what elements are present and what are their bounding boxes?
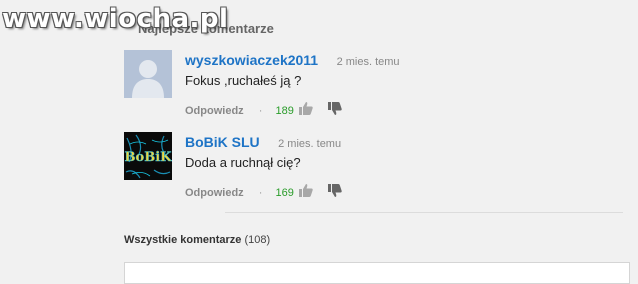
comment-text: Fokus ,ruchałeś ją ? (185, 73, 302, 88)
comment-timestamp[interactable]: 2 mies. temu (278, 138, 341, 150)
site-watermark: www.wiocha.pl (2, 4, 229, 34)
all-comments-count: (108) (244, 234, 271, 246)
comment-author-link[interactable]: BoBiK SLU (185, 134, 260, 150)
thumbs-down-icon[interactable] (327, 184, 342, 202)
section-divider (225, 212, 623, 213)
separator-dot: · (258, 104, 263, 117)
all-comments-header: Wszystkie komentarze (108) (124, 234, 270, 246)
reply-button[interactable]: Odpowiedz (185, 103, 244, 119)
thumbs-up-icon[interactable] (298, 184, 313, 202)
thumbs-down-icon[interactable] (327, 102, 342, 120)
default-avatar-icon[interactable] (124, 50, 172, 98)
reply-button[interactable]: Odpowiedz (185, 185, 244, 201)
thumbs-up-icon[interactable] (298, 102, 313, 120)
like-count: 189 (275, 104, 294, 117)
like-count: 169 (275, 186, 294, 199)
bobik-avatar[interactable]: BoBiK (124, 132, 172, 180)
comment-input-box[interactable] (124, 262, 630, 284)
avatar-logo-text: BoBiK (125, 150, 172, 165)
comment-author-link[interactable]: wyszkowiaczek2011 (185, 52, 318, 68)
comment-text: Doda a ruchnął cię? (185, 155, 301, 170)
comment-timestamp[interactable]: 2 mies. temu (337, 56, 400, 68)
all-comments-label: Wszystkie komentarze (124, 234, 242, 246)
separator-dot: · (258, 186, 263, 199)
